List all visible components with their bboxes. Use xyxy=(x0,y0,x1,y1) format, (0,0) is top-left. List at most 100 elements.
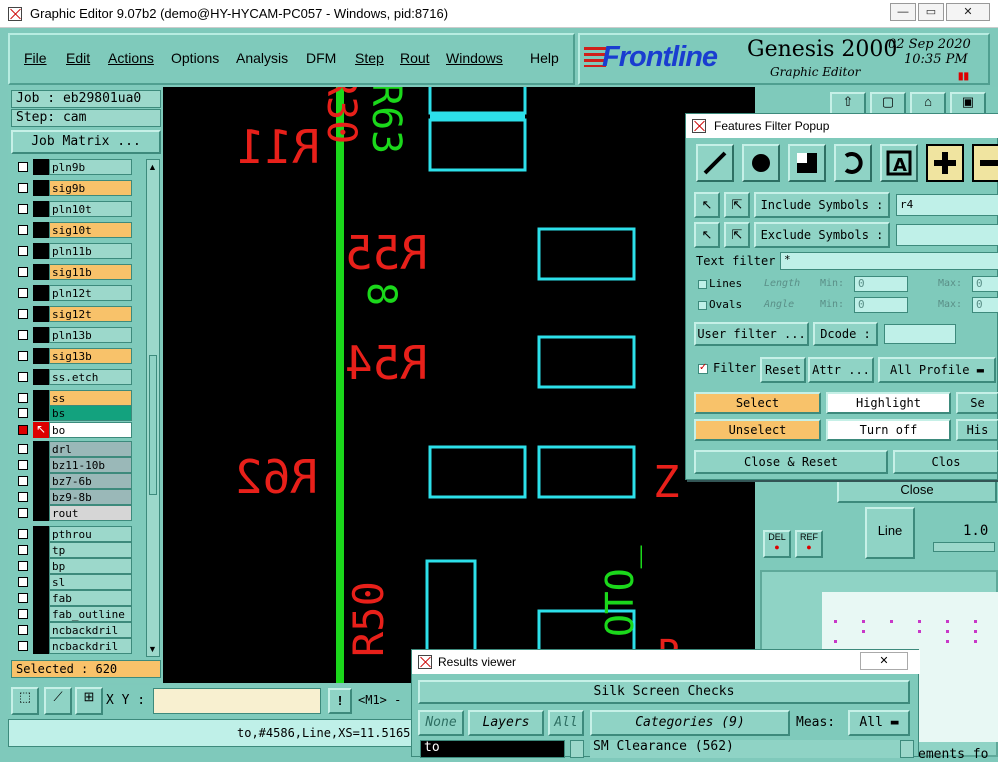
highlight-button[interactable]: Highlight xyxy=(826,392,951,414)
maximize-button[interactable]: ▭ xyxy=(918,3,944,21)
exclude-dialog-icon[interactable]: ⇱ xyxy=(724,222,750,248)
layer-row[interactable]: sig9b xyxy=(14,180,134,196)
layer-row[interactable]: ncbackdril xyxy=(14,638,134,654)
turn-off-button[interactable]: Turn off xyxy=(826,419,951,441)
close-button[interactable]: Close xyxy=(837,477,997,503)
menu-file[interactable]: File xyxy=(24,50,47,66)
categories-button[interactable]: Categories (9) xyxy=(590,710,790,736)
layer-row[interactable]: sig13b xyxy=(14,348,134,364)
dcode-button[interactable]: Dcode : xyxy=(813,322,878,346)
scroll-thumb[interactable] xyxy=(149,355,157,495)
value-slider[interactable] xyxy=(933,542,995,552)
layer-row[interactable]: bz11-10b xyxy=(14,457,134,473)
line-button[interactable]: Line xyxy=(865,507,915,559)
plus-icon[interactable] xyxy=(926,144,964,182)
lines-checkbox[interactable] xyxy=(698,280,707,289)
angle-min-input[interactable]: 0 xyxy=(854,297,908,313)
unselect-button[interactable]: Unselect xyxy=(694,419,821,441)
layer-row[interactable]: pthrou xyxy=(14,526,134,542)
layer-row[interactable]: ncbackdril xyxy=(14,622,134,638)
layer-row[interactable]: pln13b xyxy=(14,327,134,343)
his-button[interactable]: His xyxy=(956,419,998,441)
layer-row[interactable]: pln12t xyxy=(14,285,134,301)
xy-input[interactable] xyxy=(153,688,321,714)
layer-row[interactable]: rout xyxy=(14,505,134,521)
close-reset-button[interactable]: Close & Reset xyxy=(694,450,888,474)
layer-checkbox[interactable] xyxy=(18,162,28,172)
minimize-button[interactable]: — xyxy=(890,3,916,21)
layer-checkbox[interactable] xyxy=(18,492,28,502)
layer-row[interactable]: bz9-8b xyxy=(14,489,134,505)
layer-checkbox[interactable] xyxy=(18,529,28,539)
layer-row[interactable]: ss.etch xyxy=(14,369,134,385)
layer-checkbox[interactable] xyxy=(18,508,28,518)
ref-button[interactable]: REF ● xyxy=(795,530,823,558)
layer-checkbox[interactable] xyxy=(18,425,28,435)
layer-row[interactable]: ss xyxy=(14,390,134,406)
layer-row[interactable]: drl xyxy=(14,441,134,457)
job-matrix-button[interactable]: Job Matrix ... xyxy=(11,130,161,154)
line-feature-icon[interactable] xyxy=(696,144,734,182)
exclude-symbols-button[interactable]: Exclude Symbols : xyxy=(754,222,890,248)
rv-category-scrollbar[interactable] xyxy=(900,740,914,758)
meas-select[interactable]: All ▬ xyxy=(848,710,910,736)
layer-row[interactable]: bz7-6b xyxy=(14,473,134,489)
layer-checkbox[interactable] xyxy=(18,625,28,635)
layer-row[interactable]: bp xyxy=(14,558,134,574)
silk-screen-checks-header[interactable]: Silk Screen Checks xyxy=(418,680,910,704)
layer-list-item[interactable]: to xyxy=(420,740,565,758)
menu-dfm[interactable]: DFM xyxy=(306,50,336,66)
layer-checkbox[interactable] xyxy=(18,593,28,603)
zoom-box-icon[interactable]: ⬚ xyxy=(11,687,39,715)
layer-checkbox[interactable] xyxy=(18,393,28,403)
dcode-input[interactable] xyxy=(884,324,956,344)
text-filter-input[interactable]: * xyxy=(780,252,998,270)
layers-button[interactable]: Layers xyxy=(468,710,544,736)
layer-row[interactable]: tp xyxy=(14,542,134,558)
include-dialog-icon[interactable]: ⇱ xyxy=(724,192,750,218)
menu-windows[interactable]: Windows xyxy=(446,50,503,66)
menu-help[interactable]: Help xyxy=(530,50,559,66)
exclude-arrow-icon[interactable]: ↖ xyxy=(694,222,720,248)
layer-checkbox[interactable] xyxy=(18,330,28,340)
layer-checkbox[interactable] xyxy=(18,476,28,486)
menu-step[interactable]: Step xyxy=(355,50,384,66)
warning-button[interactable]: ! xyxy=(328,688,352,714)
layer-checkbox[interactable] xyxy=(18,408,28,418)
layer-checkbox[interactable] xyxy=(18,577,28,587)
include-symbols-button[interactable]: Include Symbols : xyxy=(754,192,890,218)
ovals-checkbox[interactable] xyxy=(698,301,707,310)
surface-feature-icon[interactable] xyxy=(788,144,826,182)
none-button[interactable]: None xyxy=(418,710,464,736)
layer-checkbox[interactable] xyxy=(18,246,28,256)
select-button[interactable]: Select xyxy=(694,392,821,414)
text-feature-icon[interactable]: A xyxy=(880,144,918,182)
category-list-item[interactable]: SM Clearance (562) xyxy=(590,740,900,758)
layer-checkbox[interactable] xyxy=(18,460,28,470)
layer-checkbox[interactable] xyxy=(18,309,28,319)
graphic-canvas[interactable]: R11 R55 R54 R62 R30 R63 8 R50 Z OTO_ R xyxy=(163,87,755,683)
menu-actions[interactable]: Actions xyxy=(108,50,154,66)
layer-row[interactable]: sig11b xyxy=(14,264,134,280)
attr-button[interactable]: Attr ... xyxy=(808,357,874,383)
menu-options[interactable]: Options xyxy=(171,50,219,66)
layer-row[interactable]: fab xyxy=(14,590,134,606)
rv-layer-scrollbar[interactable] xyxy=(570,740,584,758)
pad-feature-icon[interactable] xyxy=(742,144,780,182)
layer-checkbox[interactable] xyxy=(18,225,28,235)
measure-icon[interactable]: ⟋ xyxy=(44,687,72,715)
layer-row[interactable]: pln11b xyxy=(14,243,134,259)
reset-button[interactable]: Reset xyxy=(760,357,806,383)
se-button[interactable]: Se xyxy=(956,392,998,414)
menu-analysis[interactable]: Analysis xyxy=(236,50,288,66)
layer-row[interactable]: sig10t xyxy=(14,222,134,238)
menu-rout[interactable]: Rout xyxy=(400,50,430,66)
layer-checkbox[interactable] xyxy=(18,183,28,193)
filter-checkbox[interactable]: ✓ xyxy=(698,362,708,374)
layer-checkbox[interactable] xyxy=(18,609,28,619)
layer-row[interactable]: bs xyxy=(14,405,134,421)
rv-close-icon[interactable]: ✕ xyxy=(860,652,908,670)
exclude-symbols-input[interactable] xyxy=(896,224,998,246)
layer-row[interactable]: fab_outline xyxy=(14,606,134,622)
layer-checkbox[interactable] xyxy=(18,372,28,382)
